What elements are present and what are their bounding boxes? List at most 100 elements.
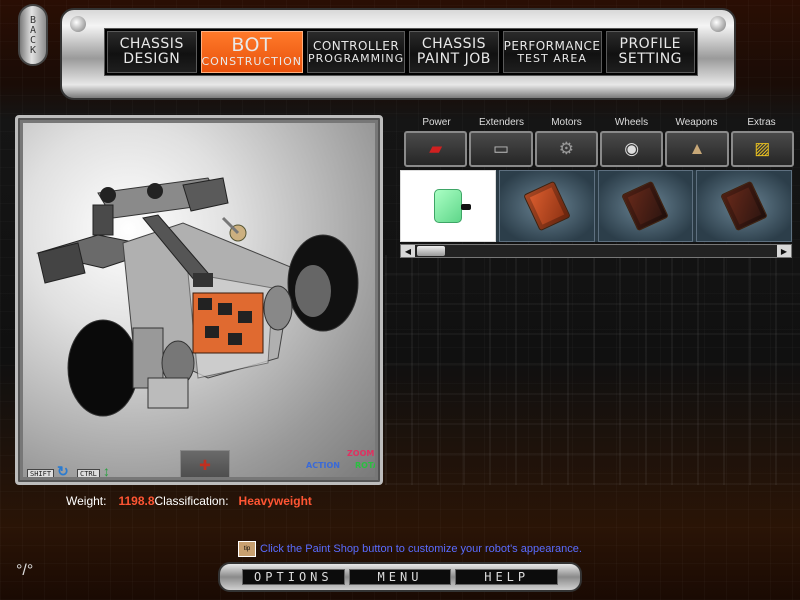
- scroll-left-button[interactable]: ◀: [401, 245, 415, 257]
- robot-bolt-right: [147, 183, 163, 199]
- tab-label-line1: PERFORMANCE: [503, 38, 601, 53]
- robot-arm-joint: [92, 204, 114, 236]
- move-icon: ↕: [103, 463, 110, 477]
- bottom-bar: OPTIONS MENU HELP: [218, 562, 582, 592]
- robot-bolt-left: [100, 187, 116, 203]
- robot-chip: [238, 311, 252, 323]
- part-item[interactable]: [597, 170, 694, 242]
- robot-model: [36, 177, 359, 417]
- zoom-label: ZOOM: [347, 449, 375, 458]
- power-board-icon: [621, 180, 670, 232]
- category-label-motors: Motors: [551, 117, 582, 128]
- classification-label: Classification:: [154, 494, 229, 508]
- category-wheels[interactable]: ◉: [599, 131, 664, 167]
- category-label-extras: Extras: [747, 117, 776, 128]
- action-label: ACTION: [306, 461, 340, 470]
- scroll-right-button[interactable]: ▶: [777, 245, 791, 257]
- robot-right-hub: [295, 265, 331, 317]
- part-item[interactable]: [696, 170, 792, 242]
- category-label-power: Power: [422, 117, 451, 128]
- tab-label-line2: SETTING: [618, 51, 683, 67]
- robot-stats: Weight: 1198.8 Classification: Heavyweig…: [66, 494, 312, 508]
- motor-icon: ⚙: [558, 139, 574, 158]
- scroll-track[interactable]: [415, 245, 777, 257]
- robot-right-motor: [263, 285, 293, 331]
- help-button[interactable]: HELP: [455, 569, 559, 585]
- rotate-icon: ↻: [57, 463, 69, 477]
- category-motors[interactable]: ⚙: [534, 131, 598, 167]
- tab-controller-programming[interactable]: CONTROLLER PROGRAMMING: [307, 31, 406, 73]
- robot-viewport[interactable]: SHIFT ↻ CTRL ↕ ✚ ZOOM ACTION ROTATE: [23, 123, 375, 477]
- extender-icon: ▭: [492, 139, 510, 158]
- power-board-icon: [522, 180, 571, 232]
- tab-label-line1: CONTROLLER: [312, 38, 400, 53]
- part-thumbnail[interactable]: ✚: [180, 450, 230, 477]
- scroll-thumb[interactable]: [417, 246, 445, 256]
- rotate-label: ROTATE: [355, 461, 375, 470]
- part-item-battery[interactable]: [400, 170, 496, 242]
- tab-label-line2: TEST AREA: [517, 51, 587, 65]
- hint-text: Click the Paint Shop button to customize…: [260, 543, 582, 555]
- tab-label-line1: CHASSIS: [119, 36, 184, 53]
- shift-key: SHIFT: [27, 469, 55, 477]
- power-board-icon: [720, 180, 768, 232]
- robot-chip: [205, 326, 219, 338]
- robot-rear-block: [147, 377, 189, 409]
- wheel-icon: ◉: [624, 139, 640, 158]
- menu-label: MENU: [377, 570, 423, 584]
- ctrl-key: CTRL: [77, 469, 100, 477]
- robot-left-wheel: [67, 319, 139, 417]
- tab-chassis-design[interactable]: CHASSIS DESIGN: [107, 31, 197, 73]
- back-button-label: BACK: [27, 15, 39, 55]
- category-label-wheels: Wheels: [614, 117, 649, 128]
- arrow-right-icon: ▶: [780, 246, 788, 256]
- hint: tip Click the Paint Shop button to custo…: [238, 541, 582, 557]
- arrow-left-icon: ◀: [404, 246, 412, 256]
- category-buttons: ▰ ▭ ⚙ ◉ ▲ ▨: [404, 131, 794, 167]
- options-label: OPTIONS: [254, 570, 333, 584]
- weight-value: 1198.8: [118, 494, 155, 508]
- category-extras[interactable]: ▨: [730, 131, 794, 167]
- category-weapons[interactable]: ▲: [665, 131, 729, 167]
- battery-icon: [433, 189, 471, 223]
- category-power[interactable]: ▰: [404, 131, 468, 167]
- parts-carousel: [400, 170, 792, 242]
- tab-label-line1: PROFILE: [619, 36, 682, 53]
- tab-label-line2: CONSTRUCTION: [201, 55, 302, 69]
- robot-viewport-frame: SHIFT ↻ CTRL ↕ ✚ ZOOM ACTION ROTATE: [15, 115, 383, 485]
- wrench-icon: ✚: [199, 456, 211, 473]
- weapon-icon: ▲: [688, 139, 706, 158]
- options-button[interactable]: OPTIONS: [242, 569, 345, 585]
- power-icon: ▰: [429, 139, 443, 158]
- menu-button[interactable]: MENU: [348, 569, 452, 585]
- tab-label-line2: PAINT JOB: [416, 51, 491, 67]
- category-extenders[interactable]: ▭: [469, 131, 533, 167]
- tab-bot-construction[interactable]: BOT CONSTRUCTION: [200, 31, 303, 73]
- back-button[interactable]: BACK: [18, 4, 48, 66]
- robot-chip: [218, 303, 232, 315]
- tab-label-line1: CHASSIS: [421, 36, 486, 53]
- help-label: HELP: [484, 570, 530, 584]
- robot-chip: [228, 333, 242, 345]
- circuit-texture: [385, 255, 800, 485]
- part-item[interactable]: [498, 170, 595, 242]
- weight-label: Weight:: [66, 494, 107, 508]
- classification-value: Heavyweight: [238, 494, 312, 508]
- logo-icon: °/°: [16, 562, 34, 579]
- parts-scrollbar[interactable]: ◀ ▶: [400, 244, 792, 258]
- robot-chip: [198, 298, 212, 310]
- tab-label-line1: BOT: [231, 34, 273, 57]
- tab-profile-setting[interactable]: PROFILE SETTING: [605, 31, 696, 73]
- robot-left-block: [37, 242, 86, 284]
- robot-beam-end: [193, 273, 213, 287]
- tab-chassis-paint-job[interactable]: CHASSIS PAINT JOB: [409, 31, 499, 73]
- tab-performance-test-area[interactable]: PERFORMANCE TEST AREA: [502, 31, 602, 73]
- category-label-weapons: Weapons: [675, 117, 718, 128]
- tip-icon: tip: [238, 541, 256, 557]
- tab-label-line2: PROGRAMMING: [308, 51, 405, 65]
- nav-tabs: CHASSIS DESIGN BOT CONSTRUCTION CONTROLL…: [104, 28, 698, 76]
- extras-icon: ▨: [754, 139, 771, 158]
- category-labels: Power Extenders Motors Wheels Weapons Ex…: [404, 117, 794, 131]
- tab-label-line2: DESIGN: [123, 51, 181, 67]
- tip-icon-text: tip: [243, 546, 251, 552]
